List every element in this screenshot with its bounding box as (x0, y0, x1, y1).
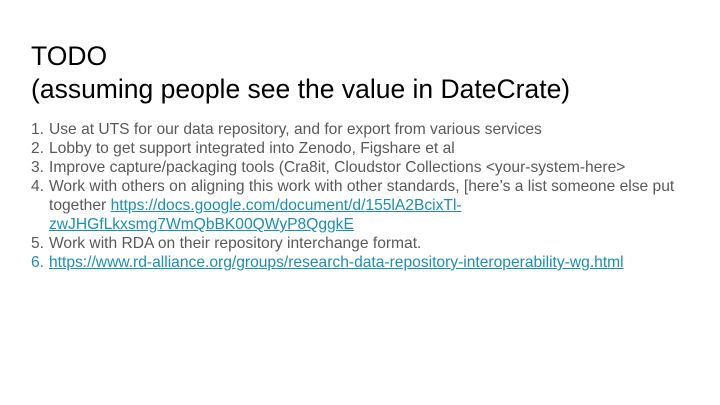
list-item-number: 3. (31, 159, 45, 176)
slide-title: TODO (assuming people see the value in D… (31, 40, 691, 106)
rda-group-link[interactable]: https://www.rd-alliance.org/groups/resea… (49, 254, 624, 271)
list-item: 2. Lobby to get support integrated into … (31, 139, 691, 158)
list-item: 4. Work with others on aligning this wor… (31, 177, 691, 234)
list-item: 1. Use at UTS for our data repository, a… (31, 120, 691, 139)
list-item-text: Lobby to get support integrated into Zen… (49, 140, 455, 157)
list-item-text: Use at UTS for our data repository, and … (49, 121, 542, 138)
list-item-text: Work with RDA on their repository interc… (49, 235, 422, 252)
list-item: 3. Improve capture/packaging tools (Cra8… (31, 158, 691, 177)
list-item-number: 1. (31, 121, 45, 138)
list-item-number: 2. (31, 140, 45, 157)
title-line-1: TODO (31, 41, 108, 71)
list-item-number: 4. (31, 178, 45, 195)
todo-list: 1. Use at UTS for our data repository, a… (31, 120, 691, 272)
list-item-text: Improve capture/packaging tools (Cra8it,… (49, 159, 626, 176)
list-item: 6. https://www.rd-alliance.org/groups/re… (31, 253, 691, 272)
title-line-2: (assuming people see the value in DateCr… (31, 74, 571, 104)
google-doc-link[interactable]: https://docs.google.com/document/d/155lA… (49, 197, 462, 233)
list-item-number: 6. (31, 254, 45, 271)
list-item-number: 5. (31, 235, 45, 252)
slide: TODO (assuming people see the value in D… (0, 0, 720, 405)
list-item: 5. Work with RDA on their repository int… (31, 234, 691, 253)
